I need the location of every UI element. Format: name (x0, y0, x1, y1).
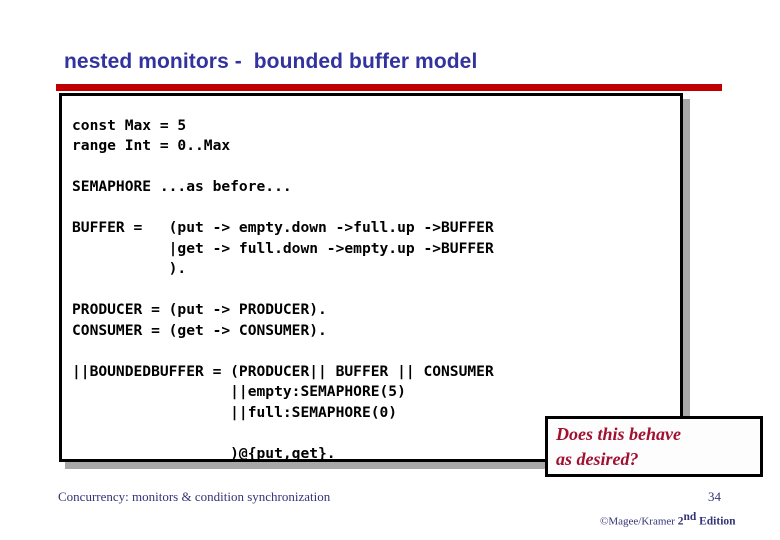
footer-course-note: Concurrency: monitors & condition synchr… (58, 489, 331, 504)
callout-text: Does this behave as desired? (556, 424, 681, 469)
page-title: nested monitors - bounded buffer model (64, 50, 478, 73)
copyright-author: ©Magee/Kramer (600, 515, 678, 528)
code-listing: const Max = 5 range Int = 0..Max SEMAPHO… (72, 116, 494, 462)
page-number: 34 (708, 489, 721, 504)
edition-ordinal: nd (683, 511, 697, 523)
edition-word: Edition (696, 515, 736, 528)
copyright-notice: ©Magee/Kramer 2nd Edition (600, 511, 736, 528)
title-divider-rule (56, 84, 722, 91)
